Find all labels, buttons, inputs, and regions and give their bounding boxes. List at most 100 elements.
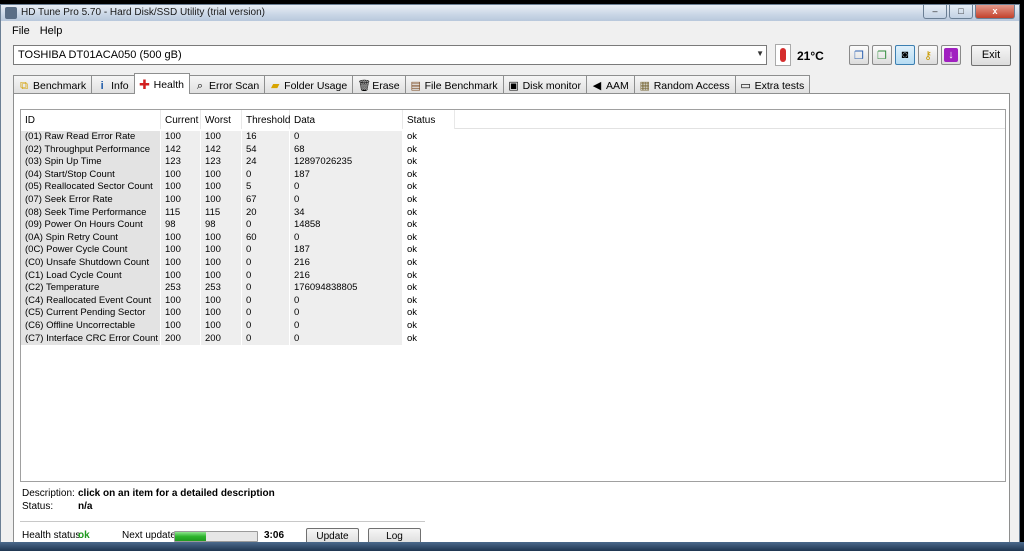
table-row[interactable]: (C2) Temperature 253 253 0 176094838805 ok bbox=[21, 282, 1005, 295]
cell-status: ok bbox=[407, 269, 418, 281]
tab-label: Benchmark bbox=[33, 79, 87, 92]
cell-worst: 98 bbox=[201, 219, 242, 232]
cell-worst: 123 bbox=[201, 156, 242, 169]
table-body: (01) Raw Read Error Rate 100 100 16 0 ok (02) … bbox=[21, 131, 1005, 346]
menu-help[interactable]: Help bbox=[35, 22, 68, 40]
tab-benchmark[interactable]: ⧉ Benchmark bbox=[13, 75, 93, 93]
column-header-status[interactable]: Status bbox=[403, 110, 455, 129]
progress-fill bbox=[175, 532, 207, 541]
cell-data: 216 bbox=[290, 269, 403, 283]
cell-threshold: 20 bbox=[242, 206, 290, 220]
tab-info[interactable]: i Info bbox=[91, 75, 135, 93]
tab-aam[interactable]: ◀ AAM bbox=[585, 75, 635, 93]
cell-worst: 115 bbox=[201, 206, 242, 220]
tab-erase[interactable]: 🗑 Erase bbox=[352, 75, 406, 93]
cell-worst: 100 bbox=[201, 256, 242, 270]
table-row[interactable]: (0C) Power Cycle Count 100 100 0 187 ok bbox=[21, 244, 1005, 257]
row-filler bbox=[455, 307, 1005, 320]
cell-id: (05) Reallocated Sector Count bbox=[21, 181, 161, 194]
row-filler bbox=[455, 244, 1005, 257]
magnifier-icon: ⌕ bbox=[196, 79, 204, 92]
table-row[interactable]: (03) Spin Up Time 123 123 24 12897026235 ok bbox=[21, 156, 1005, 169]
window-controls: – □ x bbox=[923, 5, 1015, 19]
table-row[interactable]: (C6) Offline Uncorrectable 100 100 0 0 ok bbox=[21, 319, 1005, 333]
row-filler bbox=[455, 207, 1005, 220]
exit-button[interactable]: Exit bbox=[971, 45, 1011, 66]
cell-worst: 100 bbox=[201, 307, 242, 320]
table-row[interactable]: (C5) Current Pending Sector 100 100 0 0 ok bbox=[21, 307, 1005, 320]
cell-current: 200 bbox=[161, 332, 201, 346]
table-row[interactable]: (04) Start/Stop Count 100 100 0 187 ok bbox=[21, 168, 1005, 182]
table-row[interactable]: (C7) Interface CRC Error Count 200 200 0 0 ok bbox=[21, 332, 1005, 346]
save-down-icon: ↓ bbox=[944, 48, 958, 62]
drive-select[interactable]: TOSHIBA DT01ACA050 (500 gB) ▼ bbox=[13, 45, 767, 65]
cell-threshold: 67 bbox=[242, 193, 290, 207]
table-row[interactable]: (C0) Unsafe Shutdown Count 100 100 0 216 ok bbox=[21, 256, 1005, 270]
cell-worst: 100 bbox=[201, 244, 242, 257]
tab-label: AAM bbox=[605, 79, 629, 92]
table-row[interactable]: (02) Throughput Performance 142 142 54 68 ok bbox=[21, 143, 1005, 157]
minimize-button[interactable]: – bbox=[923, 5, 947, 19]
window-title: HD Tune Pro 5.70 - Hard Disk/SSD Utility… bbox=[21, 7, 265, 18]
cell-id: (0C) Power Cycle Count bbox=[21, 244, 161, 257]
copy-text-button[interactable]: ❐ bbox=[849, 45, 869, 65]
cell-threshold: 0 bbox=[242, 307, 290, 320]
cell-threshold: 0 bbox=[242, 256, 290, 270]
thermometer-icon bbox=[775, 44, 791, 66]
column-header-current[interactable]: Current bbox=[161, 110, 201, 129]
tab-label: Error Scan bbox=[208, 79, 260, 92]
cell-id: (0A) Spin Retry Count bbox=[21, 231, 161, 245]
cell-worst: 100 bbox=[201, 181, 242, 194]
toolbar: TOSHIBA DT01ACA050 (500 gB) ▼ 21°C ❐ ❐ ◙… bbox=[1, 41, 1019, 71]
screenshot-button[interactable]: ◙ bbox=[895, 45, 915, 65]
cell-id: (C7) Interface CRC Error Count bbox=[21, 332, 161, 346]
cell-current: 100 bbox=[161, 307, 201, 320]
chevron-down-icon[interactable]: ▼ bbox=[756, 49, 764, 58]
column-header-worst[interactable]: Worst bbox=[201, 110, 242, 129]
table-row[interactable]: (05) Reallocated Sector Count 100 100 5 0 ok bbox=[21, 181, 1005, 194]
tab-label: Info bbox=[111, 79, 129, 92]
cell-current: 100 bbox=[161, 319, 201, 333]
options-button[interactable]: ⚷ bbox=[918, 45, 938, 65]
cell-threshold: 0 bbox=[242, 294, 290, 308]
taskbar bbox=[0, 542, 1024, 551]
column-header-id[interactable]: ID bbox=[21, 110, 161, 129]
cell-status: ok bbox=[407, 256, 418, 268]
table-row[interactable]: (C4) Reallocated Event Count 100 100 0 0 ok bbox=[21, 294, 1005, 308]
maximize-button[interactable]: □ bbox=[949, 5, 973, 19]
tab-error-scan[interactable]: ⌕ Error Scan bbox=[188, 75, 266, 93]
cell-current: 100 bbox=[161, 131, 201, 144]
table-row[interactable]: (08) Seek Time Performance 115 115 20 34 ok bbox=[21, 206, 1005, 220]
column-header-data[interactable]: Data bbox=[290, 110, 403, 129]
table-row[interactable]: (0A) Spin Retry Count 100 100 60 0 ok bbox=[21, 231, 1005, 245]
copy-screenshot-icon: ❐ bbox=[877, 49, 887, 62]
row-filler bbox=[455, 144, 1005, 157]
menu-file[interactable]: File bbox=[7, 22, 35, 40]
drive-select-value: TOSHIBA DT01ACA050 (500 gB) bbox=[18, 49, 182, 61]
save-button[interactable]: ↓ bbox=[941, 45, 961, 65]
close-button[interactable]: x bbox=[975, 5, 1015, 19]
column-header-threshold[interactable]: Threshold bbox=[242, 110, 290, 129]
tab-folder-usage[interactable]: ▰ Folder Usage bbox=[264, 75, 354, 93]
table-row[interactable]: (C1) Load Cycle Count 100 100 0 216 ok bbox=[21, 269, 1005, 283]
cell-data: 34 bbox=[290, 206, 403, 220]
next-update-progress bbox=[174, 531, 258, 542]
tab-label: Extra tests bbox=[754, 79, 805, 92]
cell-id: (C5) Current Pending Sector bbox=[21, 307, 161, 320]
tab-random-access[interactable]: ▦ Random Access bbox=[633, 75, 736, 93]
smart-table[interactable]: ID Current Worst Threshold Data Status (… bbox=[20, 109, 1006, 482]
cell-threshold: 0 bbox=[242, 332, 290, 346]
table-row[interactable]: (07) Seek Error Rate 100 100 67 0 ok bbox=[21, 193, 1005, 207]
copy-screenshot-button[interactable]: ❐ bbox=[872, 45, 892, 65]
tab-extra-tests[interactable]: ▭ Extra tests bbox=[734, 75, 811, 93]
health-panel: ID Current Worst Threshold Data Status (… bbox=[13, 93, 1010, 549]
cell-worst: 100 bbox=[201, 319, 242, 333]
row-filler bbox=[455, 194, 1005, 207]
tab-health[interactable]: ✚ Health bbox=[133, 73, 190, 94]
tab-file-benchmark[interactable]: ▤ File Benchmark bbox=[404, 75, 504, 93]
table-row[interactable]: (01) Raw Read Error Rate 100 100 16 0 ok bbox=[21, 131, 1005, 144]
title-bar[interactable]: HD Tune Pro 5.70 - Hard Disk/SSD Utility… bbox=[1, 5, 1019, 21]
cell-status: ok bbox=[407, 244, 418, 256]
tab-disk-monitor[interactable]: ▣ Disk monitor bbox=[502, 75, 587, 93]
table-row[interactable]: (09) Power On Hours Count 98 98 0 14858 ok bbox=[21, 219, 1005, 232]
